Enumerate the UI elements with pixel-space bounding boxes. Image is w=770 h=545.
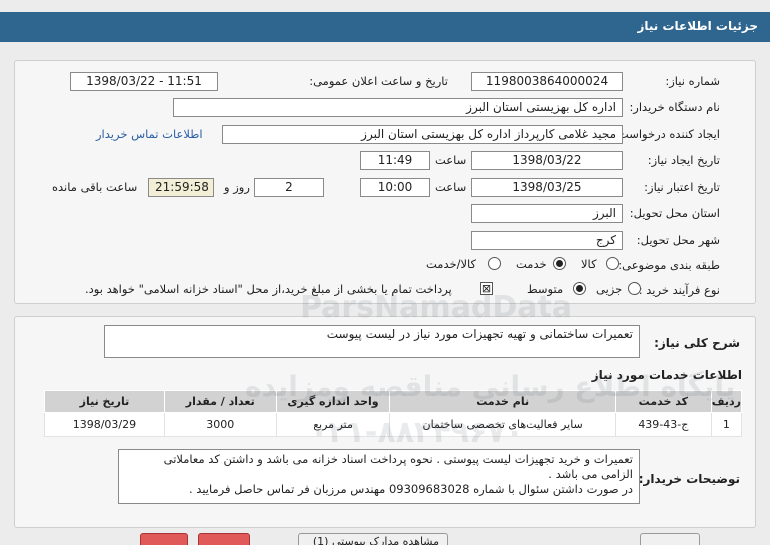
buyer-field: اداره کل بهزیستی استان البرز xyxy=(173,98,623,117)
category-service-label: خدمت xyxy=(516,257,547,271)
announce-field: 1398/03/22 - 11:51 xyxy=(70,72,218,91)
buyer-notes-line1: تعمیرات و خرید تجهیزات لیست پیوستی . نحو… xyxy=(163,452,633,466)
category-label: طبقه بندی موضوعی: xyxy=(618,258,720,272)
view-attachments-button[interactable]: مشاهده مدارک پیوستی (1) xyxy=(298,533,448,545)
province-label: استان محل تحویل: xyxy=(629,206,720,220)
services-section-title: اطلاعات خدمات مورد نیاز xyxy=(591,368,742,382)
buyer-label: نام دستگاه خریدار: xyxy=(629,100,720,114)
category-service-radio[interactable] xyxy=(553,257,566,270)
validity-time-label: ساعت xyxy=(435,180,467,194)
need-number-field: 1198003864000024 xyxy=(471,72,623,91)
buyer-notes-line2: الزامی می باشد . xyxy=(548,467,633,481)
process-minor-label: جزیی xyxy=(596,282,623,296)
back-button[interactable] xyxy=(198,533,250,545)
page-header: جزئیات اطلاعات نیاز xyxy=(0,12,770,42)
cell-service-name: سایر فعالیت‌های تخصصی ساختمان xyxy=(389,412,616,437)
cell-quantity: 3000 xyxy=(163,412,277,437)
col-unit: واحد اندازه گیری xyxy=(275,390,391,413)
province-field: البرز xyxy=(471,204,623,223)
creator-field: مجید غلامی کارپرداز اداره کل بهزیستی است… xyxy=(222,125,623,144)
close-button[interactable] xyxy=(140,533,188,545)
created-time-field: 11:49 xyxy=(360,151,430,170)
col-need-date: تاریخ نیاز xyxy=(44,390,165,413)
process-minor-radio[interactable] xyxy=(628,282,641,295)
creator-label: ایجاد کننده درخواست: xyxy=(614,127,720,141)
table-row: 1 ج-43-439 سایر فعالیت‌های تخصصی ساختمان… xyxy=(44,412,743,437)
category-both-label: کالا/خدمت xyxy=(426,257,477,271)
announce-label: تاریخ و ساعت اعلان عمومی: xyxy=(309,74,448,88)
col-row: ردیف xyxy=(710,390,743,413)
category-goods-label: کالا xyxy=(581,257,597,271)
process-medium-radio[interactable] xyxy=(573,282,586,295)
col-quantity: تعداد / مقدار xyxy=(163,390,277,413)
city-field: کرج xyxy=(471,231,623,250)
page-title: جزئیات اطلاعات نیاز xyxy=(637,19,758,33)
validity-time-field: 10:00 xyxy=(360,178,430,197)
treasury-payment-note: پرداخت تمام یا بخشی از مبلغ خرید،از محل … xyxy=(85,282,452,296)
created-date-label: تاریخ ایجاد نیاز: xyxy=(647,153,720,167)
category-goods-radio[interactable] xyxy=(606,257,619,270)
col-service-name: نام خدمت xyxy=(389,390,616,413)
created-time-label: ساعت xyxy=(435,153,467,167)
buyer-notes-box: تعمیرات و خرید تجهیزات لیست پیوستی . نحو… xyxy=(118,449,640,504)
remaining-label: ساعت باقی مانده xyxy=(52,180,138,194)
need-number-label: شماره نیاز: xyxy=(665,74,720,88)
summary-field: تعمیرات ساختمانی و تهیه تجهیزات مورد نیا… xyxy=(104,325,640,358)
cell-need-date: 1398/03/29 xyxy=(44,412,165,437)
days-label: روز و xyxy=(224,180,250,194)
services-table: ردیف کد خدمت نام خدمت واحد اندازه گیری ت… xyxy=(44,390,743,437)
days-field: 2 xyxy=(254,178,324,197)
category-both-radio[interactable] xyxy=(488,257,501,270)
remaining-time-field: 21:59:58 xyxy=(148,178,214,197)
process-label: نوع فرآیند خرید : xyxy=(638,283,720,297)
buyer-notes-label: توضیحات خریدار: xyxy=(638,472,740,486)
cell-row: 1 xyxy=(710,412,743,437)
cell-unit: متر مربع xyxy=(275,412,391,437)
contact-buyer-link[interactable]: اطلاعات تماس خریدار xyxy=(96,127,203,141)
view-attachments-label: مشاهده مدارک پیوستی (1) xyxy=(312,535,439,545)
process-medium-label: متوسط xyxy=(527,282,564,296)
summary-label: شرح کلی نیاز: xyxy=(654,336,740,350)
created-date-field: 1398/03/22 xyxy=(471,151,623,170)
cell-service-code: ج-43-439 xyxy=(614,412,712,437)
treasury-payment-checkbox[interactable]: ⊠ xyxy=(480,282,493,295)
validity-date-field: 1398/03/25 xyxy=(471,178,623,197)
buyer-notes-line3: در صورت داشتن سئوال با شماره 09309683028… xyxy=(188,482,633,496)
col-service-code: کد خدمت xyxy=(614,390,712,413)
validity-label: تاریخ اعتبار نیاز: xyxy=(644,180,720,194)
print-button[interactable] xyxy=(640,533,700,545)
city-label: شهر محل تحویل: xyxy=(636,233,720,247)
